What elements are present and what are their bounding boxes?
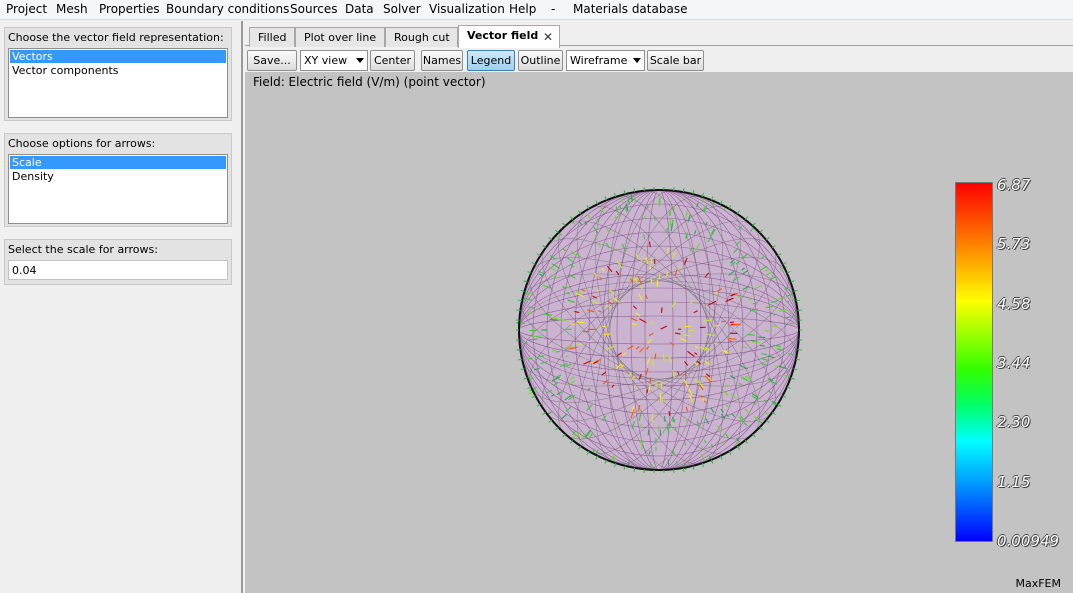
main-area: Filled Plot over line Rough cut Vector f… [245, 21, 1073, 593]
menu-mesh[interactable]: Mesh [56, 2, 88, 16]
tab-plot-over-line-label: Plot over line [304, 31, 377, 44]
representation-title: Choose the vector field representation: [8, 31, 224, 44]
view-select[interactable]: XY view [300, 50, 368, 71]
tab-filled[interactable]: Filled [249, 27, 295, 47]
tab-bar: Filled Plot over line Rough cut Vector f… [245, 24, 1073, 48]
tab-vector-field-label: Vector field [467, 29, 539, 42]
vector-field-sphere [515, 186, 803, 474]
menu-data[interactable]: Data [345, 2, 374, 16]
save-button[interactable]: Save... [247, 50, 297, 71]
list-item-vector-components[interactable]: Vector components [10, 64, 226, 77]
menu-separator: - [551, 2, 556, 16]
tab-vector-field[interactable]: Vector field ✕ [458, 25, 560, 48]
menu-boundary-conditions[interactable]: Boundary conditions [166, 2, 289, 16]
menu-project[interactable]: Project [6, 2, 47, 16]
brand-label: MaxFEM [1015, 577, 1061, 590]
arrow-options-title: Choose options for arrows: [8, 137, 156, 150]
tab-rough-cut-label: Rough cut [394, 31, 450, 44]
outline-button[interactable]: Outline [518, 50, 563, 71]
representation-group: Choose the vector field representation: … [4, 27, 232, 121]
menu-solver[interactable]: Solver [383, 2, 421, 16]
names-button[interactable]: Names [421, 50, 463, 71]
arrow-scale-title: Select the scale for arrows: [8, 243, 158, 256]
chevron-down-icon [633, 58, 641, 63]
field-label: Field: Electric field (V/m) (point vecto… [253, 75, 486, 89]
tab-rough-cut[interactable]: Rough cut [385, 27, 458, 47]
chevron-down-icon [356, 58, 364, 63]
legend-label-max: 6.87 [997, 176, 1031, 194]
menu-sources[interactable]: Sources [290, 2, 337, 16]
render-mode-value: Wireframe [570, 54, 628, 67]
list-item-density[interactable]: Density [10, 170, 226, 183]
menu-properties[interactable]: Properties [99, 2, 160, 16]
render-mode-select[interactable]: Wireframe [566, 50, 645, 71]
tab-filled-label: Filled [258, 31, 287, 44]
legend-button[interactable]: Legend [467, 50, 515, 71]
legend-label-6: 1.15 [997, 473, 1031, 491]
legend-label-2: 5.73 [997, 235, 1031, 253]
arrow-options-group: Choose options for arrows: Scale Density [4, 133, 232, 227]
menu-visualization[interactable]: Visualization [429, 2, 505, 16]
scale-bar-button[interactable]: Scale bar [647, 50, 704, 71]
legend-label-5: 2.30 [997, 413, 1031, 431]
view-select-value: XY view [304, 54, 348, 67]
arrow-scale-group: Select the scale for arrows: 0.04 [4, 239, 232, 285]
close-icon[interactable]: ✕ [543, 30, 553, 44]
toolbar: Save... XY view Center Names Legend Outl… [245, 48, 1073, 72]
list-item-scale[interactable]: Scale [10, 156, 226, 169]
representation-list[interactable]: Vectors Vector components [8, 48, 228, 118]
color-legend-bar [955, 182, 993, 542]
legend-label-4: 3.44 [997, 354, 1031, 372]
tab-plot-over-line[interactable]: Plot over line [295, 27, 385, 47]
legend-label-min: 0.00949 [997, 532, 1060, 550]
legend-label-3: 4.58 [997, 295, 1031, 313]
arrow-scale-input[interactable]: 0.04 [8, 260, 228, 280]
left-panel: Choose the vector field representation: … [0, 21, 243, 593]
render-viewport[interactable]: Field: Electric field (V/m) (point vecto… [245, 72, 1073, 593]
menu-help[interactable]: Help [509, 2, 536, 16]
arrow-options-list[interactable]: Scale Density [8, 154, 228, 224]
menu-bar: Project Mesh Properties Boundary conditi… [0, 0, 1073, 20]
menu-materials-database[interactable]: Materials database [573, 2, 687, 16]
list-item-vectors[interactable]: Vectors [10, 50, 226, 63]
center-button[interactable]: Center [370, 50, 415, 71]
sphere-wireframe-svg [515, 186, 803, 474]
